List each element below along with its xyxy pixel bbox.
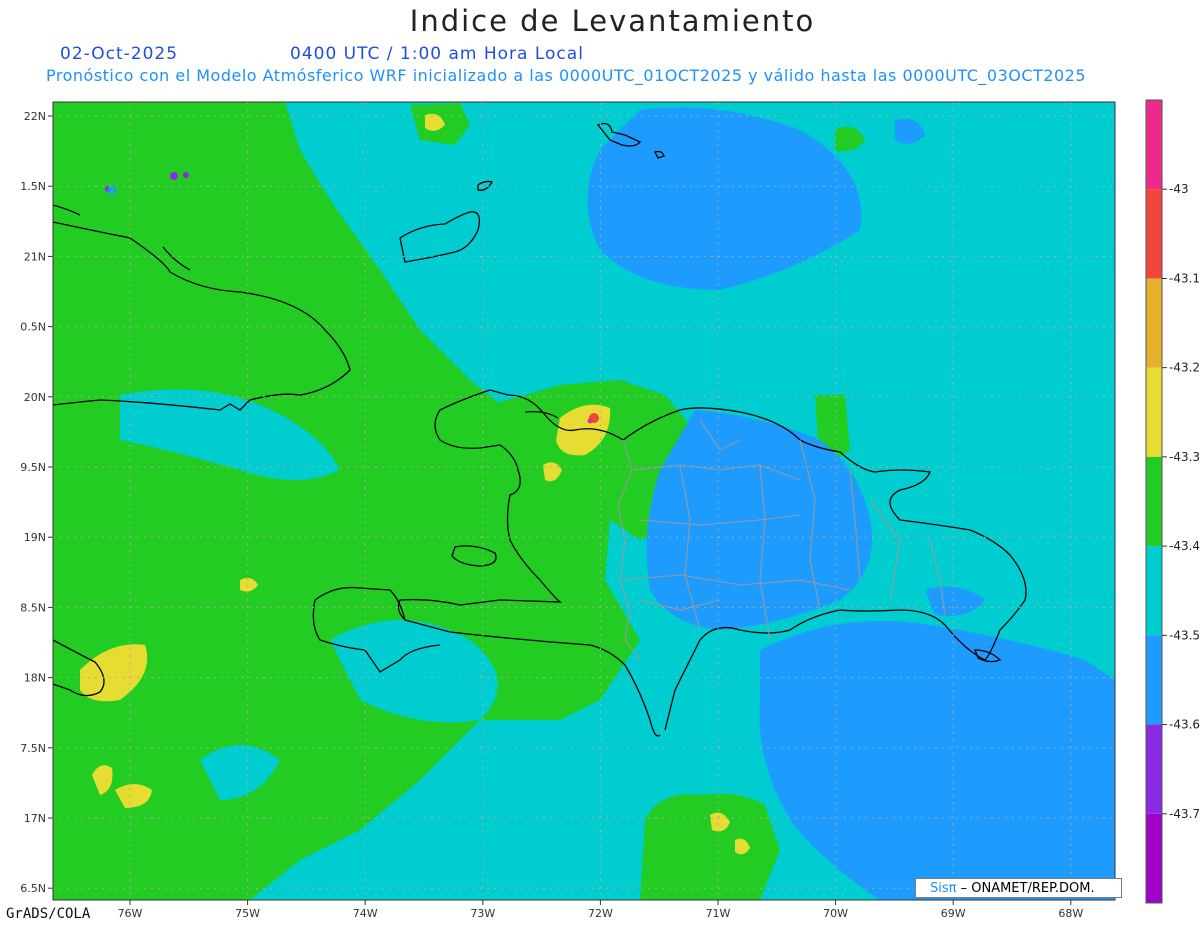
lat-label: 22N [24,110,46,123]
map-plot-area [53,102,1115,900]
magenta-spot [587,418,593,424]
legend-swatch [1146,635,1162,725]
lon-label: 70W [823,907,848,920]
blue-spot-bahamas [107,185,117,195]
lat-label: 21N [24,250,46,263]
legend-label: -43.1 [1169,271,1200,285]
legend-swatch [1146,100,1162,190]
lat-label: 19N [24,531,46,544]
sis-logo: Sisπ [930,881,957,896]
purple-spot-2 [183,172,189,178]
longitude-axis: 76W 75W 74W 73W 72W 71W 70W 69W 68W [118,900,1083,920]
purple-spot-1 [170,172,178,180]
lat-label: 0.5N [20,321,46,334]
green-bottom-patch [640,793,780,900]
lon-label: 74W [353,907,378,920]
lon-label: 76W [118,907,143,920]
lon-label: 69W [941,907,966,920]
legend-swatch [1146,278,1162,368]
latitude-axis: 22N 1.5N 21N 0.5N 20N 9.5N 19N 8.5N 18N 7.5N 17N 6.… [20,110,53,895]
legend-swatch [1146,546,1162,636]
lon-label: 71W [706,907,731,920]
lat-label: 8.5N [20,601,46,614]
lon-label: 72W [588,907,613,920]
lon-label: 75W [235,907,260,920]
legend-swatch [1146,367,1162,457]
lat-label: 9.5N [20,461,46,474]
legend-swatch [1146,456,1162,547]
color-legend: -43 -43.1 -43.2 -43.3 -43.4 -43.5 -43.6 -43.7 [1145,99,1200,904]
lon-label: 73W [470,907,495,920]
legend-label: -43 [1169,182,1189,196]
lat-label: 7.5N [20,742,46,755]
credit-box: Sisπ – ONAMET/REP.DOM. [915,878,1122,898]
legend-swatch [1146,189,1162,279]
legend-swatch [1146,724,1162,814]
legend-label: -43.2 [1169,361,1200,375]
legend-label: -43.6 [1169,718,1200,732]
lifted-index-map: 76W 75W 74W 73W 72W 71W 70W 69W 68W 22N 1.5N 21N 0.… [20,99,1200,920]
lon-label: 68W [1058,907,1083,920]
credit-text: – ONAMET/REP.DOM. [960,881,1095,896]
lat-label: 18N [24,672,46,685]
legend-label: -43.4 [1169,539,1200,553]
legend-label: -43.3 [1169,450,1200,464]
lat-label: 6.5N [20,882,46,895]
lat-label: 1.5N [20,180,46,193]
legend-swatch [1146,813,1162,903]
legend-label: -43.7 [1169,807,1200,821]
lat-label: 20N [24,391,46,404]
lat-label: 17N [24,812,46,825]
legend-label: -43.5 [1169,628,1200,642]
footer-grads: GrADS/COLA [6,906,91,922]
